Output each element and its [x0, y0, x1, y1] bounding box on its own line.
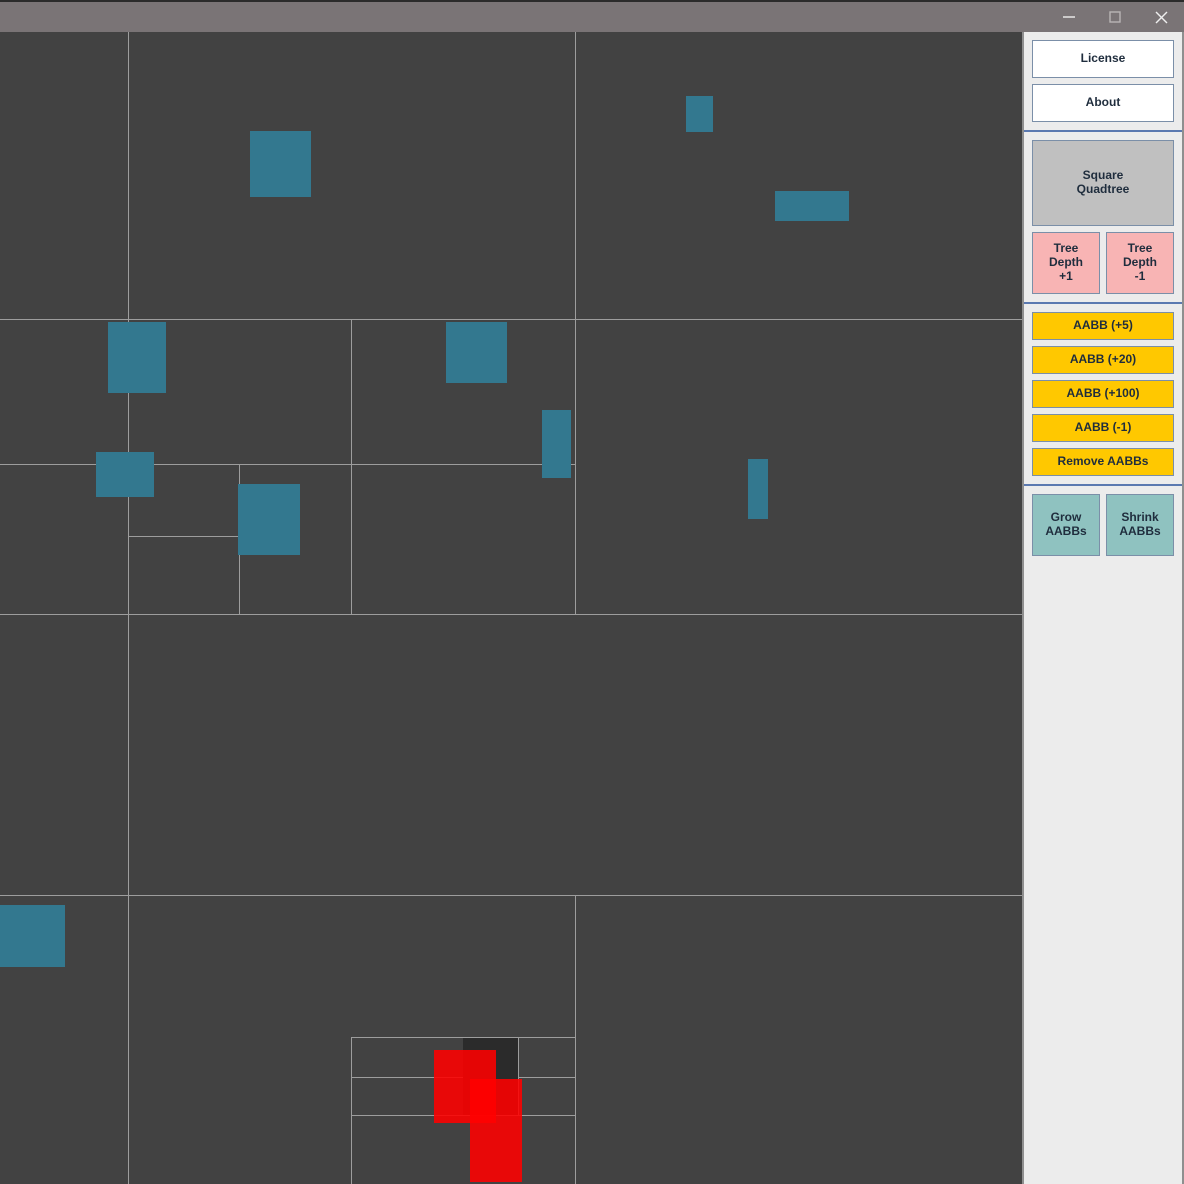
size-group: Grow AABBs Shrink AABBs	[1024, 486, 1182, 564]
aabb-rect[interactable]	[446, 322, 507, 383]
aabb-5-button[interactable]: AABB (+5)	[1032, 312, 1174, 340]
minimize-button[interactable]	[1046, 2, 1092, 32]
quadtree-gridline-horizontal	[0, 319, 1022, 320]
quadtree-gridline-vertical	[128, 32, 129, 1184]
square-quadtree-button[interactable]: Square Quadtree	[1032, 140, 1174, 226]
remove-aabbs-button[interactable]: Remove AABBs	[1032, 448, 1174, 476]
tree-depth-1-button[interactable]: Tree Depth -1	[1106, 232, 1174, 294]
aabb-rect[interactable]	[686, 96, 713, 132]
quadtree-group: Square Quadtree Tree Depth +1 Tree Depth -…	[1024, 132, 1182, 302]
aabb-20-button[interactable]: AABB (+20)	[1032, 346, 1174, 374]
shrink-aabbs-button[interactable]: Shrink AABBs	[1106, 494, 1174, 556]
title-bar	[0, 0, 1184, 32]
quadtree-gridline-vertical	[351, 319, 352, 614]
aabb-rect[interactable]	[238, 484, 300, 555]
grow-aabbs-button[interactable]: Grow AABBs	[1032, 494, 1100, 556]
quadtree-gridline-vertical	[575, 32, 576, 614]
aabb-100-button[interactable]: AABB (+100)	[1032, 380, 1174, 408]
quadtree-gridline-horizontal	[0, 464, 575, 465]
panel-empty-space	[1024, 564, 1182, 1184]
close-button[interactable]	[1138, 2, 1184, 32]
quadtree-gridline-horizontal	[0, 614, 1022, 615]
maximize-icon	[1108, 10, 1122, 24]
control-panel: License About Square Quadtree Tree Depth +1…	[1022, 32, 1184, 1184]
minimize-icon	[1062, 10, 1076, 24]
aabb-rect[interactable]	[542, 410, 571, 478]
aabb-rect[interactable]	[250, 131, 311, 197]
aabb-1-button[interactable]: AABB (-1)	[1032, 414, 1174, 442]
license-button[interactable]: License	[1032, 40, 1174, 78]
aabb-rect[interactable]	[96, 452, 154, 497]
aabb-rect[interactable]	[775, 191, 849, 221]
aabb-size-row: Grow AABBs Shrink AABBs	[1032, 494, 1174, 556]
aabb-rect[interactable]	[108, 322, 166, 393]
aabb-rect-colliding[interactable]	[470, 1079, 522, 1182]
tree-depth-row: Tree Depth +1 Tree Depth -1	[1032, 232, 1174, 294]
quadtree-gridline-horizontal	[0, 895, 1022, 896]
application-window: License About Square Quadtree Tree Depth +1…	[0, 0, 1184, 1184]
quadtree-gridline-vertical	[575, 895, 576, 1184]
maximize-button[interactable]	[1092, 2, 1138, 32]
quadtree-gridline-horizontal	[128, 536, 239, 537]
aabb-rect[interactable]	[0, 905, 65, 967]
quadtree-gridline-vertical	[351, 1037, 352, 1184]
info-group: License About	[1024, 32, 1182, 130]
tree-depth-1-button[interactable]: Tree Depth +1	[1032, 232, 1100, 294]
close-icon	[1154, 10, 1169, 25]
about-button[interactable]: About	[1032, 84, 1174, 122]
aabb-rect[interactable]	[748, 459, 768, 519]
aabb-group: AABB (+5) AABB (+20) AABB (+100) AABB (-1) R…	[1024, 304, 1182, 484]
quadtree-canvas[interactable]	[0, 32, 1022, 1184]
